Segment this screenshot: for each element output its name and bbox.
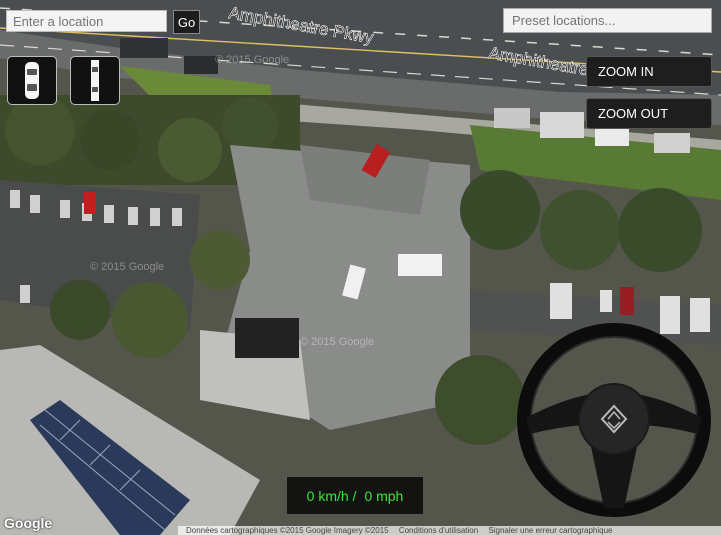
- map-footer: Données cartographiques ©2015 Google Ima…: [178, 526, 721, 535]
- map-watermark: © 2015 Google: [215, 54, 289, 66]
- map-watermark: © 2015 Google: [300, 336, 374, 348]
- map-attribution: Données cartographiques ©2015 Google Ima…: [186, 526, 389, 535]
- zoom-in-button[interactable]: ZOOM IN: [586, 56, 712, 87]
- speed-mph: 0 mph: [364, 487, 404, 504]
- zoom-out-button[interactable]: ZOOM OUT: [586, 98, 712, 129]
- map-watermark: © 2015 Google: [90, 261, 164, 273]
- car-icon: [25, 62, 39, 99]
- steering-wheel[interactable]: [516, 322, 712, 518]
- preset-locations-input[interactable]: [503, 8, 712, 33]
- location-input[interactable]: [6, 10, 167, 32]
- google-logo: Google: [4, 515, 53, 531]
- terms-link[interactable]: Conditions d'utilisation: [399, 526, 478, 535]
- bus-vehicle-button[interactable]: [70, 56, 120, 105]
- speed-readout: 0 km/h / 0 mph: [287, 477, 423, 514]
- report-error-link[interactable]: Signaler une erreur cartographique: [488, 526, 612, 535]
- car-vehicle-button[interactable]: [7, 56, 57, 105]
- go-button[interactable]: Go: [173, 10, 200, 34]
- speed-kmh: 0 km/h /: [306, 487, 357, 504]
- bus-icon: [91, 60, 99, 101]
